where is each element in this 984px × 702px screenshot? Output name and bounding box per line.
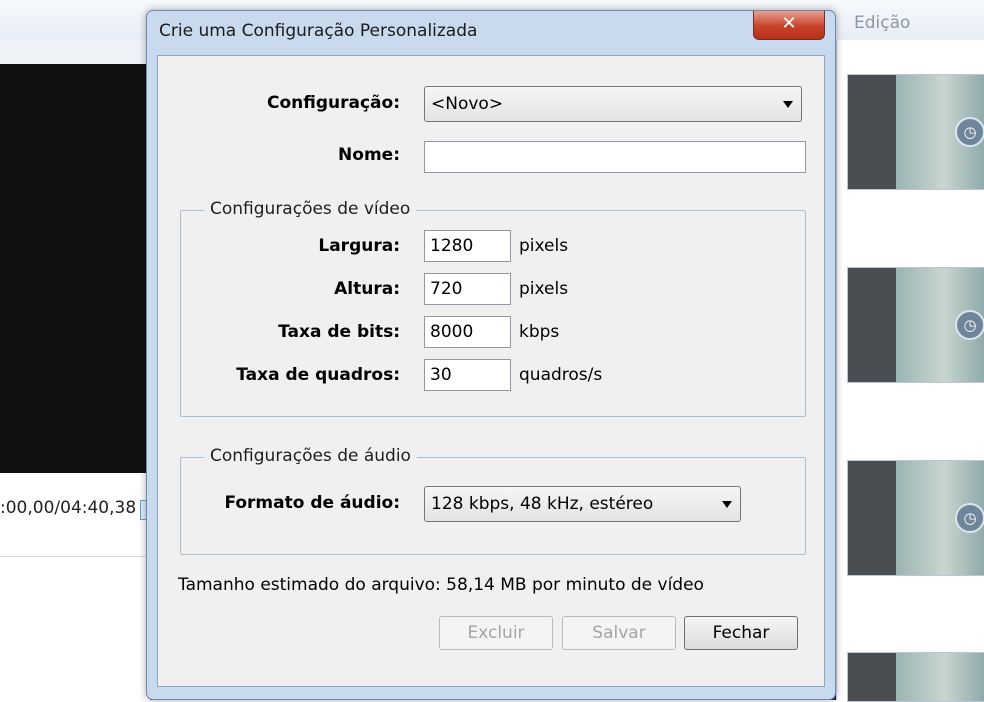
configuracao-select[interactable]: <Novo>	[424, 86, 802, 122]
clip-thumbnail[interactable]: ◷	[847, 267, 984, 383]
clock-icon: ◷	[955, 117, 984, 147]
dropdown-arrow-icon	[722, 501, 732, 508]
configuracao-value: <Novo>	[431, 94, 504, 114]
altura-label: Altura:	[334, 279, 400, 299]
taxa-bits-input[interactable]: 8000	[424, 316, 511, 348]
preview-header	[0, 40, 150, 65]
close-button[interactable]: ✕	[753, 11, 825, 40]
largura-unit: pixels	[519, 236, 569, 256]
tab-edicao[interactable]: Edição	[854, 13, 910, 33]
taxa-bits-label: Taxa de bits:	[278, 322, 400, 342]
configuracao-label: Configuração:	[266, 93, 400, 113]
taxa-bits-unit: kbps	[519, 322, 560, 342]
video-preview	[0, 64, 150, 473]
nome-label: Nome:	[338, 145, 400, 165]
custom-settings-dialog: Crie uma Configuração Personalizada ✕ Co…	[146, 10, 836, 700]
excluir-button[interactable]: Excluir	[439, 616, 553, 650]
audio-group-legend: Configurações de áudio	[204, 446, 417, 466]
video-group-legend: Configurações de vídeo	[204, 199, 417, 219]
dialog-body: Configuração: <Novo> Nome: Configurações…	[157, 55, 825, 687]
clip-thumbnail[interactable]: ◷	[847, 460, 984, 576]
altura-unit: pixels	[519, 279, 569, 299]
clip-thumbnail[interactable]	[847, 652, 984, 702]
clock-icon: ◷	[955, 310, 984, 340]
largura-input[interactable]: 1280	[424, 230, 511, 262]
taxa-quadros-unit: quadros/s	[519, 365, 603, 385]
formato-audio-select[interactable]: 128 kbps, 48 kHz, estéreo	[424, 486, 741, 522]
dialog-title: Crie uma Configuração Personalizada	[159, 21, 478, 41]
clock-icon: ◷	[955, 503, 984, 533]
close-icon: ✕	[781, 13, 797, 34]
formato-audio-label: Formato de áudio:	[224, 493, 400, 513]
fechar-button[interactable]: Fechar	[684, 616, 798, 650]
clip-thumbnail[interactable]: ◷	[847, 74, 984, 190]
estimate-text: Tamanho estimado do arquivo: 58,14 MB po…	[178, 575, 704, 595]
largura-label: Largura:	[318, 236, 400, 256]
nome-input[interactable]	[424, 141, 806, 173]
formato-audio-value: 128 kbps, 48 kHz, estéreo	[431, 494, 654, 514]
taxa-quadros-input[interactable]: 30	[424, 359, 511, 391]
time-display: :00,00/04:40,38	[0, 498, 137, 518]
lower-panel	[0, 556, 150, 701]
dropdown-arrow-icon	[783, 101, 793, 108]
taxa-quadros-label: Taxa de quadros:	[236, 365, 400, 385]
salvar-button[interactable]: Salvar	[562, 616, 676, 650]
altura-input[interactable]: 720	[424, 273, 511, 305]
